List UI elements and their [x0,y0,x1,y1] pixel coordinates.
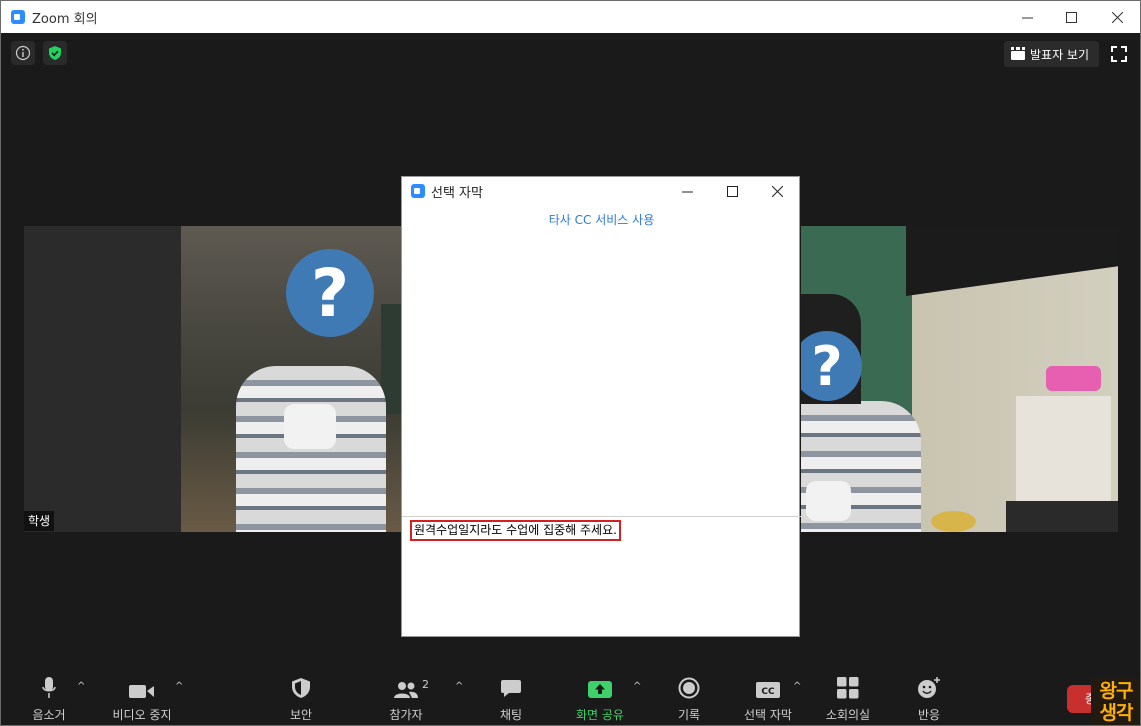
watermark-line-1: 왕구 [1099,680,1134,702]
zoom-app-icon [11,10,25,24]
question-mark-icon: ? [286,249,374,337]
dialog-minimize-button[interactable] [667,179,707,203]
participant-name-label: 학생 [24,511,55,531]
share-screen-button[interactable]: 화면 공유 [560,675,640,723]
chat-button[interactable]: 채팅 [471,675,551,723]
closed-caption-dialog: 선택 자막 타사 CC 서비스 사용 원격수업일지라도 수업에 집중해 주세요. [401,176,801,637]
maximize-button[interactable] [1048,1,1094,33]
close-icon [771,185,783,197]
closed-caption-label: 선택 자막 [744,708,792,722]
security-label: 보안 [289,708,313,722]
share-screen-icon [588,681,612,698]
speaker-view-label: 발표자 보기 [1030,47,1090,62]
video-camera-icon [129,685,154,698]
minimize-icon [1021,17,1033,18]
audio-options-chevron-up-icon[interactable]: ^ [77,681,85,692]
breakout-rooms-icon [837,677,859,699]
shield-check-icon [49,46,61,60]
video-tile-student[interactable]: ? [24,226,402,532]
participants-button[interactable]: 참가자 [366,675,446,723]
share-options-chevron-up-icon[interactable]: ^ [633,681,641,692]
dialog-close-button[interactable] [757,179,797,203]
video-options-chevron-up-icon[interactable]: ^ [175,681,183,692]
reactions-label: 반응 [917,708,941,722]
breakout-rooms-button[interactable]: 소회의실 [808,675,888,723]
watermark-stamp: 왕구 생각 [1091,677,1140,725]
participants-count: 2 [422,678,429,691]
minimize-icon [681,191,693,192]
caption-text-input[interactable]: 원격수업일지라도 수업에 집중해 주세요. [410,520,621,541]
close-button[interactable] [1094,1,1140,33]
smiley-add-icon [918,677,940,698]
meeting-info-button[interactable] [11,41,35,65]
stop-video-label: 비디오 중지 [112,708,172,722]
dialog-title: 선택 자막 [431,185,483,201]
third-party-cc-link[interactable]: 타사 CC 서비스 사용 [402,211,801,228]
window-title: Zoom 회의 [32,11,98,27]
participants-label: 참가자 [389,708,423,722]
record-label: 기록 [677,708,701,722]
speaker-view-icon [1011,47,1025,60]
window-titlebar: Zoom 회의 [1,1,1140,33]
video-tile-teacher[interactable]: ? [801,226,1118,532]
stop-video-button[interactable]: 비디오 중지 [102,675,182,723]
maximize-icon [1065,11,1077,23]
info-icon [15,45,31,61]
encryption-button[interactable] [43,41,67,65]
cc-options-chevron-up-icon[interactable]: ^ [793,681,801,692]
share-screen-label: 화면 공유 [576,708,624,722]
reactions-button[interactable]: 반응 [889,675,969,723]
fullscreen-icon [1111,46,1127,62]
close-icon [1111,11,1123,23]
dialog-maximize-button[interactable] [712,179,752,203]
minimize-button[interactable] [1004,1,1050,33]
dialog-divider [402,516,801,517]
record-icon [678,677,700,699]
breakout-rooms-label: 소회의실 [825,708,871,722]
microphone-icon [42,677,56,698]
record-button[interactable]: 기록 [649,675,729,723]
shield-icon [292,678,310,698]
mute-label: 음소거 [32,708,66,722]
chat-label: 채팅 [499,708,523,722]
participants-chevron-up-icon[interactable]: ^ [455,681,463,692]
watermark-line-2: 생각 [1099,702,1134,724]
maximize-icon [726,185,738,197]
participants-icon [394,682,418,698]
meeting-toolbar: 음소거 ^ 비디오 중지 ^ 보안 참가자 2 ^ 채팅 화면 공유 ^ 기록 … [1,669,1140,725]
zoom-meeting-window: Zoom 회의 발표자 보기 ? 학생 ? 선택 자막 타사 CC 서비스 사용… [0,0,1141,726]
zoom-app-icon [411,184,425,198]
cc-icon: CC [756,682,780,698]
svg-text:CC: CC [761,687,775,697]
speaker-view-button[interactable]: 발표자 보기 [1004,41,1100,67]
chat-bubble-icon [501,680,521,697]
security-button[interactable]: 보안 [261,675,341,723]
fullscreen-button[interactable] [1108,43,1130,65]
